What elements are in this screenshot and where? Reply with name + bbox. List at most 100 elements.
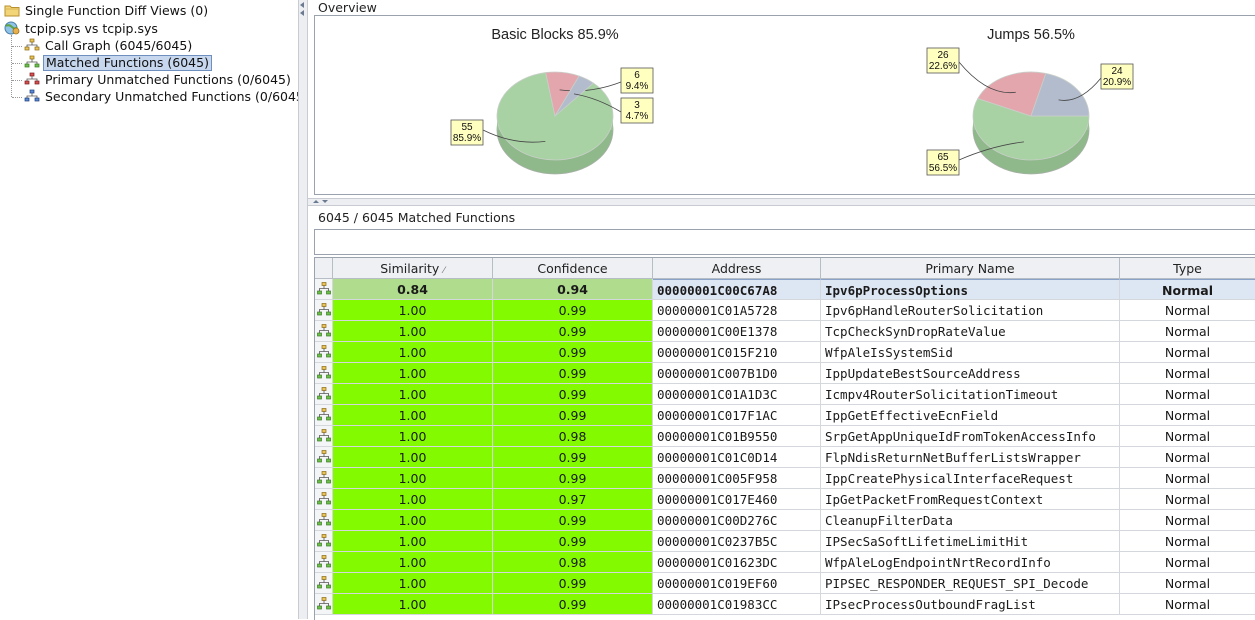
basic-blocks-label-percent-2: 4.7% xyxy=(626,111,649,122)
similarity-cell: 1.00 xyxy=(333,447,493,468)
type-cell: Normal xyxy=(1120,405,1255,426)
table-row[interactable]: 1.00 0.99 00000001C01C0D14 FlpNdisReturnNet… xyxy=(315,447,1255,468)
tree-node-diff[interactable]: tcpip.sys vs tcpip.sys xyxy=(4,20,160,37)
similarity-cell: 1.00 xyxy=(333,531,493,552)
column-header-type[interactable]: Type xyxy=(1120,258,1255,279)
table-row[interactable]: 1.00 0.99 00000001C00D276C CleanupFilterDat… xyxy=(315,510,1255,531)
row-icon-cell[interactable] xyxy=(315,426,333,447)
column-header-primary-name[interactable]: Primary Name xyxy=(821,258,1120,279)
type-cell: Normal xyxy=(1120,426,1255,447)
globe-diff-icon xyxy=(4,21,20,35)
tree-connector xyxy=(12,80,22,81)
row-icon-cell[interactable] xyxy=(315,279,333,300)
sort-indicator-icon: ⁄ xyxy=(443,266,445,276)
call-graph-icon xyxy=(317,450,331,463)
confidence-cell: 0.98 xyxy=(493,552,653,573)
row-icon-cell[interactable] xyxy=(315,489,333,510)
row-icon-cell[interactable] xyxy=(315,573,333,594)
table-row[interactable]: 1.00 0.99 00000001C01983CC IPsecProcessOutb… xyxy=(315,594,1255,615)
table-row[interactable]: 1.00 0.97 00000001C017E460 IpGetPacketFromR… xyxy=(315,489,1255,510)
confidence-cell: 0.99 xyxy=(493,531,653,552)
table-row[interactable]: 1.00 0.99 00000001C015F210 WfpAleIsSystemSi… xyxy=(315,342,1255,363)
column-header-address[interactable]: Address xyxy=(653,258,821,279)
row-icon-cell[interactable] xyxy=(315,321,333,342)
table-row[interactable]: 1.00 0.99 00000001C01A1D3C Icmpv4RouterSoli… xyxy=(315,384,1255,405)
tree-node-label: Secondary Unmatched Functions (0/6045) xyxy=(45,89,309,104)
table-row[interactable]: 1.00 0.98 00000001C01B9550 SrpGetAppUniqueI… xyxy=(315,426,1255,447)
table-row[interactable]: 1.00 0.99 00000001C007B1D0 IppUpdateBestSou… xyxy=(315,363,1255,384)
call-graph-icon xyxy=(317,492,331,505)
primary-name-cell: FlpNdisReturnNetBufferListsWrapper xyxy=(821,447,1120,468)
column-header-icon[interactable] xyxy=(315,258,333,279)
confidence-cell: 0.99 xyxy=(493,342,653,363)
type-cell: Normal xyxy=(1120,447,1255,468)
horizontal-splitter[interactable] xyxy=(308,198,1255,206)
row-icon-cell[interactable] xyxy=(315,468,333,489)
address-cell: 00000001C01983CC xyxy=(653,594,821,615)
jumps-label-count-1: 26 xyxy=(937,50,949,61)
tree-node-matched-functions[interactable]: Matched Functions (6045) xyxy=(24,54,212,71)
primary-name-cell: SrpGetAppUniqueIdFromTokenAccessInfo xyxy=(821,426,1120,447)
expand-right-icon[interactable] xyxy=(300,10,304,16)
table-row[interactable]: 1.00 0.99 00000001C019EF60 PIPSEC_RESPONDER… xyxy=(315,573,1255,594)
similarity-cell: 1.00 xyxy=(333,384,493,405)
row-icon-cell[interactable] xyxy=(315,363,333,384)
call-graph-icon xyxy=(317,345,331,358)
row-icon-cell[interactable] xyxy=(315,342,333,363)
confidence-cell: 0.99 xyxy=(493,594,653,615)
tree-node-secondary-unmatched[interactable]: Secondary Unmatched Functions (0/6045) xyxy=(24,88,311,105)
primary-name-cell: CleanupFilterData xyxy=(821,510,1120,531)
type-cell: Normal xyxy=(1120,300,1255,321)
confidence-cell: 0.99 xyxy=(493,510,653,531)
call-graph-icon xyxy=(317,408,331,421)
tree-node-call-graph[interactable]: Call Graph (6045/6045) xyxy=(24,37,194,54)
tree-node-single-function-diff-views[interactable]: Single Function Diff Views (0) xyxy=(4,2,210,19)
tree-node-label: Call Graph (6045/6045) xyxy=(45,38,193,53)
row-icon-cell[interactable] xyxy=(315,594,333,615)
row-icon-cell[interactable] xyxy=(315,405,333,426)
basic-blocks-label-count-2: 3 xyxy=(634,100,640,111)
row-icon-cell[interactable] xyxy=(315,552,333,573)
collapse-left-icon[interactable] xyxy=(300,2,304,8)
tree-node-primary-unmatched[interactable]: Primary Unmatched Functions (0/6045) xyxy=(24,71,293,88)
call-graph-icon xyxy=(317,387,331,400)
table-row[interactable]: 1.00 0.99 00000001C0237B5C IPSecSaSoftLifet… xyxy=(315,531,1255,552)
row-icon-cell[interactable] xyxy=(315,300,333,321)
column-header-label: Similarity xyxy=(380,261,440,276)
table-row[interactable]: 1.00 0.99 00000001C005F958 IppCreatePhysica… xyxy=(315,468,1255,489)
address-cell: 00000001C019EF60 xyxy=(653,573,821,594)
overview-title: Overview xyxy=(318,0,377,15)
overview-panel: Overview Basic Blocks 85.9% 55 85.9% 6 9.4%… xyxy=(308,0,1255,198)
similarity-cell: 1.00 xyxy=(333,363,493,384)
similarity-cell: 1.00 xyxy=(333,594,493,615)
table-row[interactable]: 1.00 0.99 00000001C017F1AC IppGetEffectiveE… xyxy=(315,405,1255,426)
table-row[interactable]: 1.00 0.99 00000001C00E1378 TcpCheckSynDropR… xyxy=(315,321,1255,342)
similarity-cell: 1.00 xyxy=(333,426,493,447)
jumps-pie: 6556.5% 2622.6% 2420.9% xyxy=(926,47,1134,176)
confidence-cell: 0.98 xyxy=(493,426,653,447)
filter-input[interactable] xyxy=(314,229,1255,255)
call-graph-icon xyxy=(317,555,331,568)
call-graph-icon xyxy=(317,534,331,547)
vertical-splitter[interactable] xyxy=(298,0,308,619)
table-row[interactable]: 0.84 0.94 00000001C00C67A8 Ipv6pProcessOpti… xyxy=(315,279,1255,300)
call-graph-icon xyxy=(24,38,40,51)
table-row[interactable]: 1.00 0.99 00000001C01A5728 Ipv6pHandleRoute… xyxy=(315,300,1255,321)
column-header-confidence[interactable]: Confidence xyxy=(493,258,653,279)
confidence-cell: 0.94 xyxy=(493,279,653,300)
matched-functions-icon xyxy=(24,55,40,68)
type-cell: Normal xyxy=(1120,552,1255,573)
call-graph-icon xyxy=(317,471,331,484)
splitter-arrows-icon[interactable] xyxy=(312,199,342,205)
row-icon-cell[interactable] xyxy=(315,447,333,468)
similarity-cell: 1.00 xyxy=(333,468,493,489)
row-icon-cell[interactable] xyxy=(315,531,333,552)
similarity-cell: 1.00 xyxy=(333,300,493,321)
row-icon-cell[interactable] xyxy=(315,510,333,531)
tree-connector xyxy=(12,46,22,47)
type-cell: Normal xyxy=(1120,363,1255,384)
column-header-similarity[interactable]: Similarity ⁄ xyxy=(333,258,493,279)
row-icon-cell[interactable] xyxy=(315,384,333,405)
similarity-cell: 0.84 xyxy=(333,279,493,300)
table-row[interactable]: 1.00 0.98 00000001C01623DC WfpAleLogEndpoin… xyxy=(315,552,1255,573)
